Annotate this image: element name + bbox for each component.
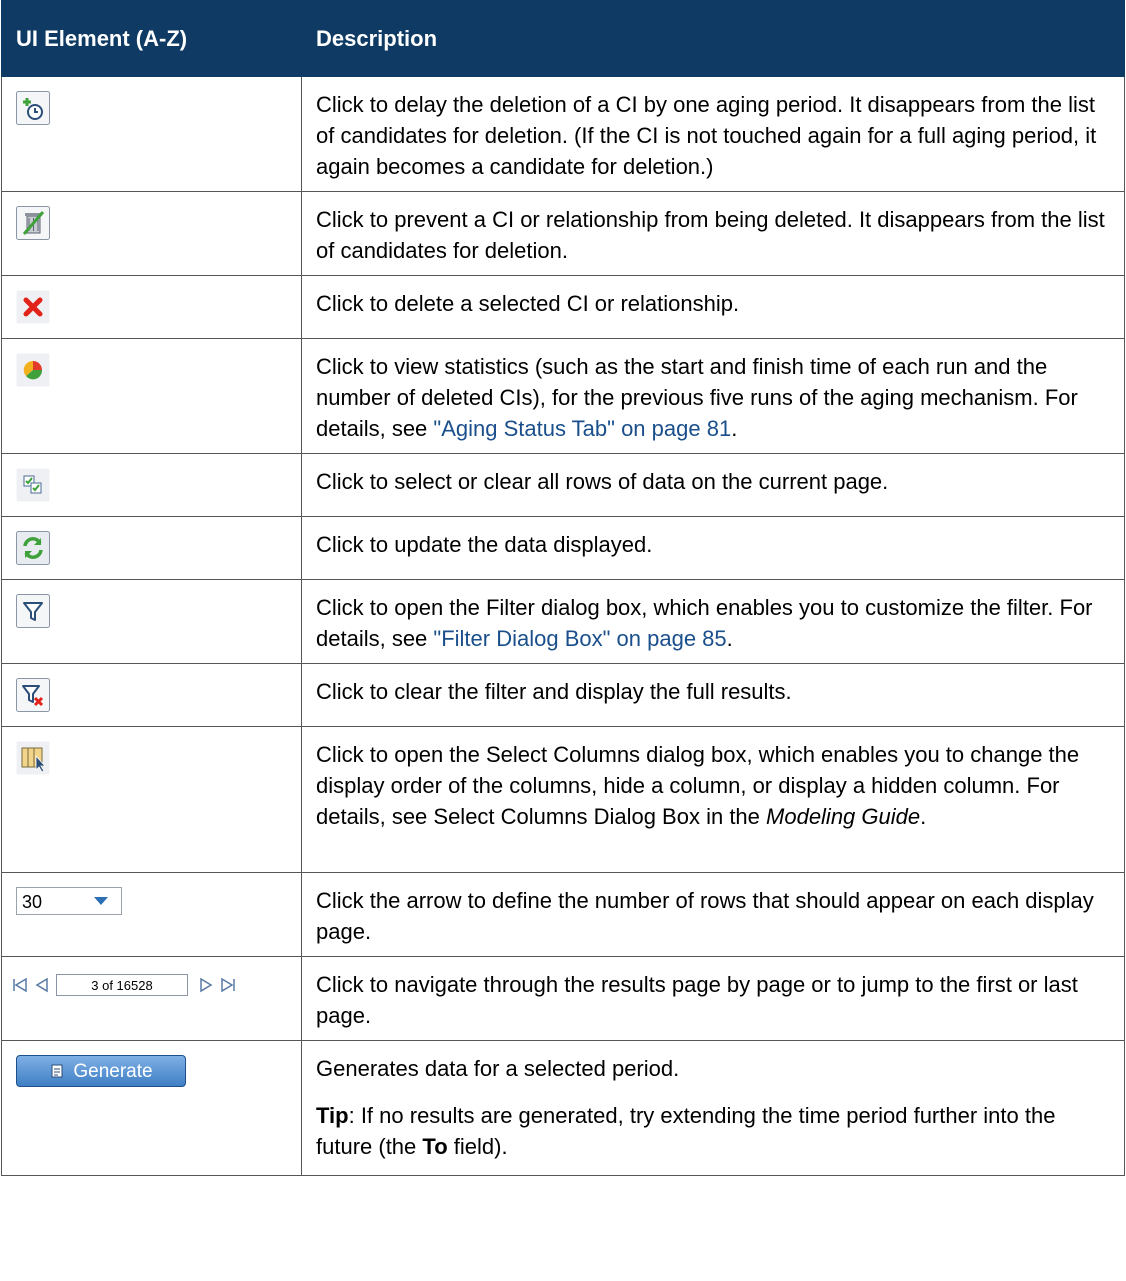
generate-description: Generates data for a selected period. <box>316 1056 680 1081</box>
table-header-row: UI Element (A-Z) Description <box>1 0 1125 77</box>
ui-element-cell <box>1 579 302 664</box>
last-page-icon[interactable] <box>220 977 236 993</box>
delay-deletion-icon <box>16 91 50 125</box>
ui-element-cell <box>1 726 302 873</box>
description-cell: Click the arrow to define the number of … <box>301 872 1125 957</box>
ui-element-cell: 30 <box>1 872 302 957</box>
ui-element-cell <box>1 516 302 580</box>
ui-element-cell: Generate <box>1 1040 302 1176</box>
ui-elements-table: UI Element (A-Z) Description Click to de… <box>1 0 1125 1176</box>
previous-page-icon[interactable] <box>34 977 50 993</box>
table-row: Click to open the Select Columns dialog … <box>1 726 1125 873</box>
generate-button[interactable]: Generate <box>16 1055 186 1087</box>
ui-element-cell: 3 of 16528 <box>1 956 302 1041</box>
table-row: Generate Generates data for a selected p… <box>1 1040 1125 1176</box>
description-cell: Click to delay the deletion of a CI by o… <box>301 76 1125 192</box>
report-icon <box>51 1064 63 1078</box>
generate-button-label: Generate <box>73 1060 153 1082</box>
tip-paragraph: Tip: If no results are generated, try ex… <box>316 1103 1056 1159</box>
description-cell: Click to delete a selected CI or relatio… <box>301 275 1125 339</box>
description-cell: Click to update the data displayed. <box>301 516 1125 580</box>
table-row: Click to delete a selected CI or relatio… <box>1 275 1125 339</box>
ui-element-cell <box>1 338 302 454</box>
next-page-icon[interactable] <box>198 977 214 993</box>
table-row: Click to open the Filter dialog box, whi… <box>1 579 1125 664</box>
select-all-icon <box>16 468 50 502</box>
clear-filter-icon <box>16 678 50 712</box>
rows-per-page-value: 30 <box>22 892 43 912</box>
filter-dialog-box-link[interactable]: "Filter Dialog Box" on page 85 <box>433 626 726 651</box>
pagination-control: 3 of 16528 <box>12 971 301 999</box>
description-cell: Generates data for a selected period. Ti… <box>301 1040 1125 1176</box>
refresh-icon <box>16 531 50 565</box>
table-row: Click to update the data displayed. <box>1 516 1125 580</box>
description-cell: Click to prevent a CI or relationship fr… <box>301 191 1125 276</box>
description-cell: Click to select or clear all rows of dat… <box>301 453 1125 517</box>
description-cell: Click to navigate through the results pa… <box>301 956 1125 1041</box>
rows-per-page-dropdown[interactable]: 30 <box>16 887 122 915</box>
table-row: Click to select or clear all rows of dat… <box>1 453 1125 517</box>
column-header-ui-element: UI Element (A-Z) <box>1 0 302 77</box>
ui-element-cell <box>1 191 302 276</box>
table-row: Click to view statistics (such as the st… <box>1 338 1125 454</box>
select-columns-icon <box>16 741 50 775</box>
page-number-field[interactable]: 3 of 16528 <box>56 974 188 996</box>
column-header-description: Description <box>301 0 1125 77</box>
chevron-down-icon <box>94 897 108 905</box>
ui-element-cell <box>1 76 302 192</box>
table-row: Click to clear the filter and display th… <box>1 663 1125 727</box>
ui-element-cell <box>1 275 302 339</box>
table-row: 3 of 16528 Click to navigate through the… <box>1 956 1125 1041</box>
filter-icon <box>16 594 50 628</box>
description-cell: Click to open the Select Columns dialog … <box>301 726 1125 873</box>
aging-status-tab-link[interactable]: "Aging Status Tab" on page 81 <box>433 416 731 441</box>
ui-element-cell <box>1 453 302 517</box>
description-cell: Click to open the Filter dialog box, whi… <box>301 579 1125 664</box>
ui-element-cell <box>1 663 302 727</box>
table-row: Click to prevent a CI or relationship fr… <box>1 191 1125 276</box>
statistics-icon <box>16 353 50 387</box>
table-row: Click to delay the deletion of a CI by o… <box>1 76 1125 192</box>
first-page-icon[interactable] <box>12 977 28 993</box>
table-row: 30 Click the arrow to define the number … <box>1 872 1125 957</box>
description-cell: Click to view statistics (such as the st… <box>301 338 1125 454</box>
modeling-guide-reference: Modeling Guide <box>766 804 921 829</box>
description-cell: Click to clear the filter and display th… <box>301 663 1125 727</box>
prevent-deletion-icon <box>16 206 50 240</box>
delete-icon <box>16 290 50 324</box>
